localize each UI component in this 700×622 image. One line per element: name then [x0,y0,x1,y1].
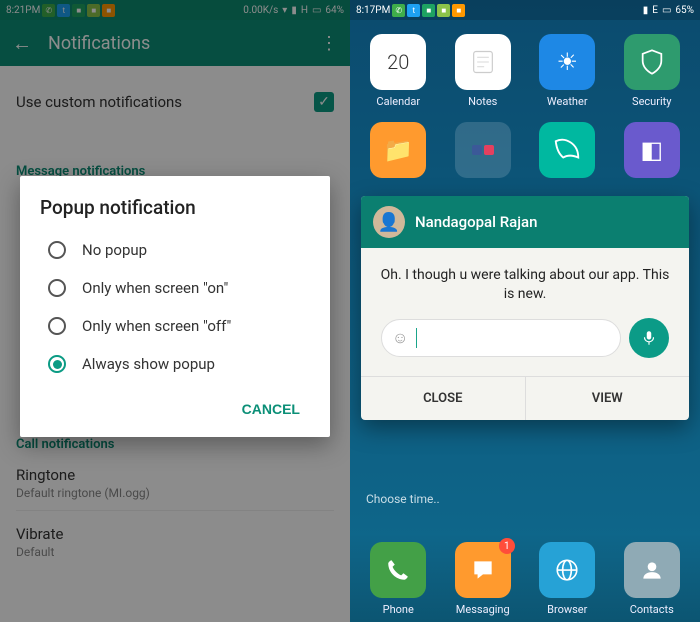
avatar: 👤 [373,206,405,238]
message-text: Oh. I though u were talking about our ap… [377,266,673,304]
app-label: Contacts [630,603,674,616]
app-icon: ◧ [624,122,680,178]
keyboard-icon [539,122,595,178]
status-time: 8:17PM [356,5,390,16]
reply-row: ☺ [381,318,669,358]
close-button[interactable]: CLOSE [361,377,525,420]
messaging-app[interactable]: 1 Messaging [449,542,517,616]
app-label: Security [632,95,671,108]
badge-count: 1 [499,538,515,554]
calendar-app[interactable]: 20 Calendar [364,34,432,108]
folder-icon: 📁 [370,122,426,178]
battery-icon: ▭ [662,5,671,16]
radio-option-screen-on[interactable]: Only when screen "on" [40,269,310,307]
app-label: Notes [468,95,497,108]
popup-actions: CLOSE VIEW [361,376,689,420]
twitter-icon: t [407,4,420,17]
social-folder[interactable] [449,122,517,183]
browser-app[interactable]: Browser [533,542,601,616]
calendar-day: 20 [387,50,409,74]
battery-level: 65% [675,5,694,16]
home-screen[interactable]: 20 Calendar Notes ☀ Weather Security [350,20,700,622]
contacts-icon [624,542,680,598]
radio-label: Only when screen "off" [82,317,231,335]
files-app[interactable]: 📁 [364,122,432,183]
app-icon: ■ [422,4,435,17]
app-icon: ■ [437,4,450,17]
cancel-button[interactable]: CANCEL [232,393,310,425]
app-unknown[interactable]: ◧ [618,122,686,183]
radio-unchecked-icon [48,241,66,259]
emoji-icon[interactable]: ☺ [392,328,408,348]
radio-option-screen-off[interactable]: Only when screen "off" [40,307,310,345]
app-icon: ■ [452,4,465,17]
choose-time-widget[interactable]: Choose time.. [366,492,440,506]
dialog-title: Popup notification [40,196,310,219]
network-type: E [652,5,658,16]
security-app[interactable]: Security [618,34,686,108]
signal-icon: ▮ [643,5,649,16]
radio-option-no-popup[interactable]: No popup [40,231,310,269]
status-bar: 8:17PM ✆ t ■ ■ ■ ▮ E ▭ 65% [350,0,700,20]
text-cursor [416,328,417,348]
phone-app[interactable]: Phone [364,542,432,616]
notes-app[interactable]: Notes [449,34,517,108]
calendar-icon: 20 [370,34,426,90]
whatsapp-icon: ✆ [392,4,405,17]
app-row-2: 📁 ◧ [350,108,700,183]
radio-unchecked-icon [48,317,66,335]
dock: Phone 1 Messaging Browser [350,534,700,622]
app-label: Calendar [376,95,420,108]
weather-app[interactable]: ☀ Weather [533,34,601,108]
popup-header[interactable]: 👤 Nandagopal Rajan [361,196,689,248]
radio-checked-icon [48,355,66,373]
radio-label: Always show popup [82,355,215,373]
view-button[interactable]: VIEW [525,377,690,420]
radio-label: No popup [82,241,147,259]
left-phone: 8:21PM ✆ t ■ ■ ■ 0.00K/s ▾ ▮ H ▭ 64% ← N… [0,0,350,622]
app-label: Messaging [456,603,510,616]
folder-icon [455,122,511,178]
right-phone: 8:17PM ✆ t ■ ■ ■ ▮ E ▭ 65% 20 Calendar [350,0,700,622]
contacts-app[interactable]: Contacts [618,542,686,616]
app-label: Browser [547,603,587,616]
shield-icon [624,34,680,90]
mic-button[interactable] [629,318,669,358]
swiftkey-app[interactable] [533,122,601,183]
app-row-1: 20 Calendar Notes ☀ Weather Security [350,20,700,108]
globe-icon [539,542,595,598]
weather-icon: ☀ [539,34,595,90]
radio-option-always[interactable]: Always show popup [40,345,310,383]
contact-name: Nandagopal Rajan [415,213,537,231]
whatsapp-popup: 👤 Nandagopal Rajan Oh. I though u were t… [361,196,689,420]
radio-label: Only when screen "on" [82,279,228,297]
message-icon: 1 [455,542,511,598]
notes-icon [455,34,511,90]
radio-unchecked-icon [48,279,66,297]
app-label: Weather [547,95,588,108]
app-label: Phone [383,603,414,616]
reply-input[interactable]: ☺ [381,319,621,357]
phone-icon [370,542,426,598]
popup-notification-dialog: Popup notification No popup Only when sc… [20,176,330,437]
